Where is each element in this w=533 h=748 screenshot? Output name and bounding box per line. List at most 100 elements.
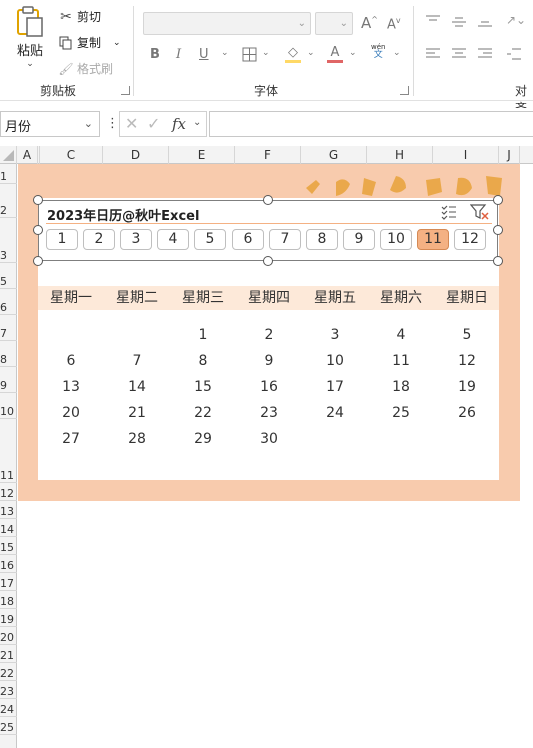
row-header[interactable]: 24 (0, 699, 17, 717)
month-button[interactable]: 2 (83, 229, 115, 250)
column-header-g[interactable]: G (301, 146, 367, 164)
calendar-day: 20 (62, 405, 80, 421)
column-header-e[interactable]: E (169, 146, 235, 164)
row-header[interactable]: 13 (0, 501, 17, 519)
resize-handle[interactable] (263, 256, 273, 266)
align-center-icon[interactable] (451, 47, 467, 61)
decrease-font-size-button[interactable]: Av (387, 16, 401, 32)
font-size-combo[interactable]: ⌄ (315, 12, 353, 35)
chevron-down-icon: ⌄ (113, 37, 121, 48)
month-button[interactable]: 7 (269, 229, 301, 250)
resize-handle[interactable] (493, 195, 503, 205)
resize-handle[interactable] (33, 225, 43, 235)
month-button[interactable]: 9 (343, 229, 375, 250)
month-button[interactable]: 8 (306, 229, 338, 250)
month-button[interactable]: 6 (232, 229, 264, 250)
paste-button[interactable]: 粘贴 ⌄ (10, 6, 50, 70)
row-headers: 1 2 3 5 6 7 8 9 10 11 12 13 14 15 16 17 … (0, 164, 17, 748)
month-button[interactable]: 1 (46, 229, 78, 250)
font-launcher-icon[interactable] (400, 86, 409, 95)
calendar-day: 12 (458, 353, 476, 369)
resize-handle[interactable] (493, 256, 503, 266)
column-header-h[interactable]: H (367, 146, 433, 164)
row-header[interactable]: 12 (0, 483, 17, 501)
column-header-i[interactable]: I (433, 146, 499, 164)
chevron-down-icon[interactable]: ⌄ (349, 48, 357, 58)
row-header[interactable]: 2 (0, 184, 17, 218)
month-button[interactable]: 12 (454, 229, 486, 250)
chevron-down-icon[interactable]: ⌄ (393, 48, 401, 58)
decrease-indent-icon[interactable] (506, 47, 522, 61)
increase-font-size-button[interactable]: A^ (361, 14, 378, 32)
clipboard-launcher-icon[interactable] (121, 86, 130, 95)
align-left-icon[interactable] (425, 47, 441, 61)
copy-button[interactable]: 复制 ⌄ (58, 34, 121, 51)
month-slicer[interactable]: 2023年日历@秋叶Excel 1 2 3 4 5 6 7 8 9 10 11 12 (38, 200, 498, 261)
cut-button[interactable]: ✂ 剪切 (58, 8, 101, 25)
align-middle-icon[interactable] (451, 14, 467, 28)
fill-color-icon[interactable]: ◇ (285, 45, 301, 63)
insert-function-icon[interactable]: fx (172, 115, 186, 133)
row-header[interactable]: 19 (0, 609, 17, 627)
row-header[interactable]: 3 (0, 218, 17, 263)
row-header[interactable]: 14 (0, 519, 17, 537)
resize-handle[interactable] (263, 195, 273, 205)
month-button[interactable]: 11 (417, 229, 449, 250)
resize-handle[interactable] (493, 225, 503, 235)
more-options-icon[interactable]: ⋮ (106, 116, 119, 131)
row-header[interactable]: 11 (0, 419, 17, 483)
column-header-f[interactable]: F (235, 146, 301, 164)
row-header[interactable]: 21 (0, 645, 17, 663)
format-painter-button[interactable]: 🖌 格式刷 (58, 60, 113, 77)
row-header[interactable]: 18 (0, 591, 17, 609)
enter-icon[interactable]: ✓ (147, 114, 160, 133)
row-header[interactable]: 10 (0, 393, 17, 419)
phonetic-guide-icon[interactable]: wén 文 (371, 44, 385, 60)
underline-button[interactable]: U (199, 47, 209, 62)
month-button[interactable]: 4 (157, 229, 189, 250)
formula-input[interactable] (209, 111, 533, 137)
chevron-down-icon[interactable]: ⌄ (193, 117, 201, 128)
row-header[interactable]: 16 (0, 555, 17, 573)
month-button[interactable]: 3 (120, 229, 152, 250)
italic-button[interactable]: I (176, 47, 181, 62)
row-header[interactable]: 17 (0, 573, 17, 591)
align-bottom-icon[interactable] (477, 14, 493, 28)
borders-icon[interactable] (242, 47, 257, 62)
weekday-header: 星期日 (446, 290, 488, 306)
row-header[interactable]: 8 (0, 341, 17, 367)
column-header-d[interactable]: D (103, 146, 169, 164)
row-header[interactable]: 15 (0, 537, 17, 555)
row-header[interactable]: 1 (0, 164, 17, 184)
font-name-combo[interactable]: ⌄ (143, 12, 311, 35)
row-header[interactable]: 25 (0, 717, 17, 735)
chevron-down-icon[interactable]: ⌄ (307, 48, 315, 58)
resize-handle[interactable] (33, 256, 43, 266)
column-header-c[interactable]: C (40, 146, 103, 164)
chevron-down-icon[interactable]: ⌄ (221, 48, 229, 58)
clear-filter-icon[interactable] (469, 203, 490, 224)
row-header[interactable]: 20 (0, 627, 17, 645)
multi-select-icon[interactable] (440, 203, 458, 224)
column-header-j[interactable]: J (499, 146, 520, 164)
month-button[interactable]: 10 (380, 229, 412, 250)
cancel-icon[interactable]: ✕ (125, 114, 138, 133)
row-header[interactable]: 9 (0, 367, 17, 393)
align-top-icon[interactable] (425, 14, 441, 28)
calendar-day: 11 (392, 353, 410, 369)
name-box[interactable]: 月份 ⌄ (0, 111, 100, 137)
row-header[interactable]: 22 (0, 663, 17, 681)
orientation-icon[interactable]: ↗⌄ (506, 13, 526, 27)
column-header-a[interactable]: A (17, 146, 38, 164)
bold-button[interactable]: B (150, 47, 160, 62)
row-header[interactable]: 23 (0, 681, 17, 699)
row-header[interactable]: 5 (0, 263, 17, 289)
select-all-corner[interactable] (0, 146, 17, 164)
font-color-icon[interactable]: A (327, 45, 343, 63)
resize-handle[interactable] (33, 195, 43, 205)
chevron-down-icon[interactable]: ⌄ (262, 48, 270, 58)
align-right-icon[interactable] (477, 47, 493, 61)
row-header[interactable]: 6 (0, 289, 17, 315)
month-button[interactable]: 5 (194, 229, 226, 250)
row-header[interactable]: 7 (0, 315, 17, 341)
